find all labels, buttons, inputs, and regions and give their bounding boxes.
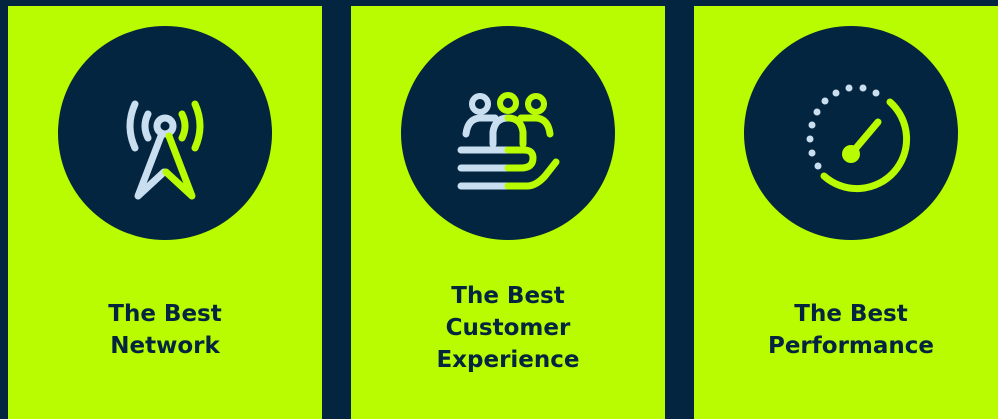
- card-title-line: Network: [110, 333, 220, 359]
- card-title-line: Experience: [436, 347, 580, 373]
- card-network: The Best Network: [8, 6, 322, 419]
- card-title-line: Performance: [767, 333, 935, 359]
- speedometer-icon: [806, 84, 911, 193]
- card-title: The Best Network: [8, 298, 322, 362]
- customer-care-icon: [457, 92, 560, 190]
- card-performance: The Best Performance: [694, 6, 998, 419]
- card-title: The Best Customer Experience: [351, 280, 665, 376]
- icon-circle: [401, 26, 615, 240]
- icon-circle: [58, 26, 272, 240]
- signal-tower-icon: [126, 100, 204, 200]
- card-title-line: Customer: [445, 315, 571, 341]
- card-title-line: The Best: [451, 283, 565, 309]
- card-customer-experience: The Best Customer Experience: [351, 6, 665, 419]
- card-title-line: The Best: [794, 301, 908, 327]
- card-title-line: The Best: [108, 301, 222, 327]
- card-title: The Best Performance: [694, 298, 998, 362]
- icon-circle: [744, 26, 958, 240]
